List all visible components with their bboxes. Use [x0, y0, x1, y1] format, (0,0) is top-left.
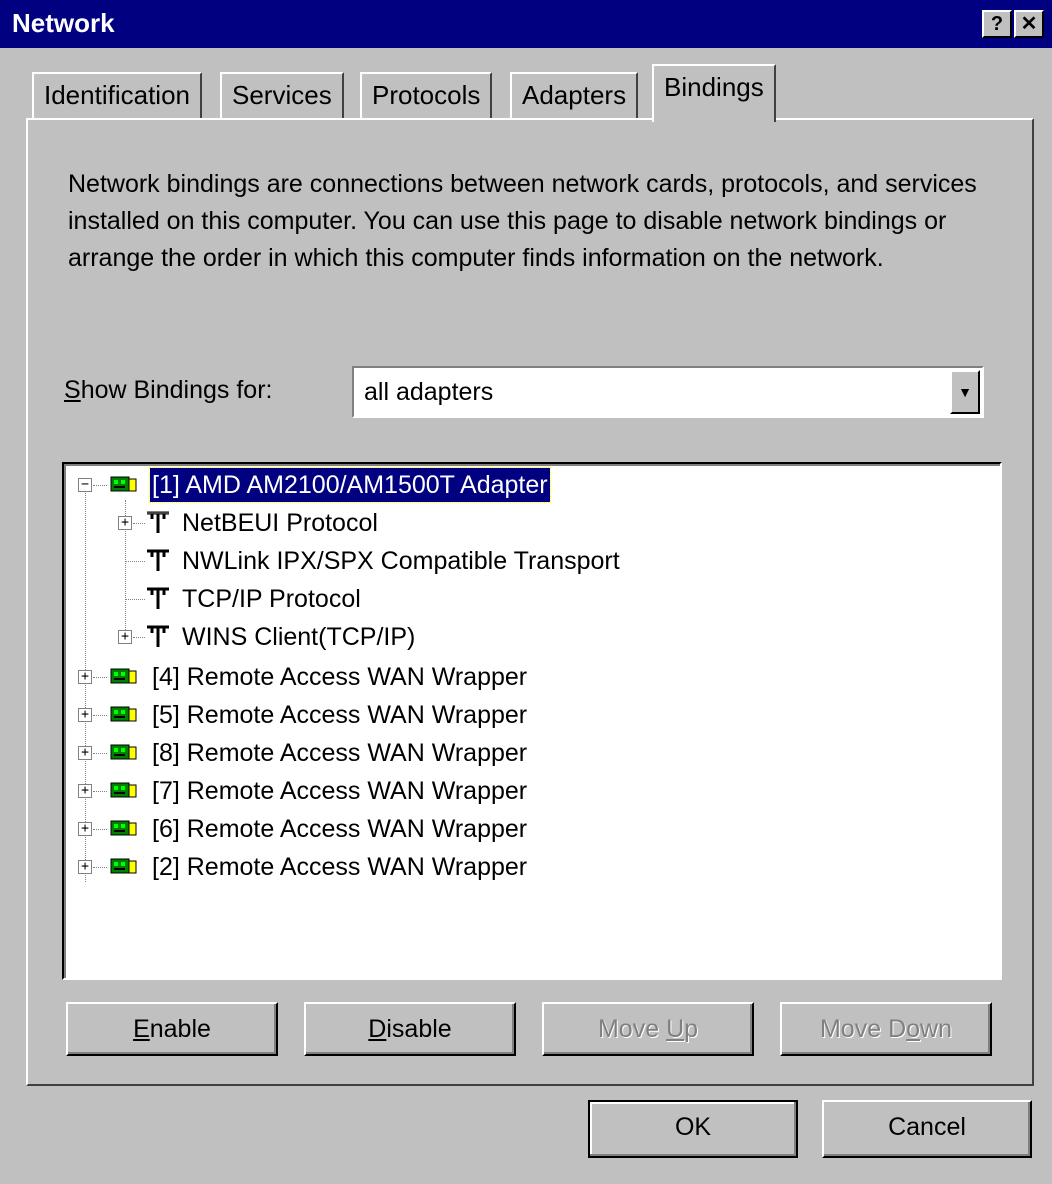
help-button[interactable]: ?: [982, 10, 1012, 38]
move-up-button[interactable]: Move Up: [542, 1002, 754, 1056]
network-dialog: Network ? ✕ Identification Services Prot…: [0, 0, 1052, 1184]
move-up-accel: U: [666, 1015, 685, 1043]
tab-bindings[interactable]: Bindings: [652, 64, 776, 122]
move-up-label: Move: [597, 1015, 667, 1043]
tab-adapters[interactable]: Adapters: [510, 72, 639, 118]
disable-button[interactable]: Disable: [304, 1002, 516, 1056]
expand-icon[interactable]: +: [118, 516, 132, 530]
tab-services[interactable]: Services: [220, 72, 344, 118]
tree-item-wins[interactable]: + WINS Client(TCP/IP): [64, 620, 994, 654]
tree-item-label: [7] Remote Access WAN Wrapper: [152, 777, 528, 805]
tree-item-tcpip[interactable]: TCP/IP Protocol: [64, 582, 994, 616]
protocol-icon: [147, 511, 169, 533]
move-down-button[interactable]: Move Down: [780, 1002, 992, 1056]
enable-accel: E: [133, 1015, 150, 1043]
network-adapter-icon: [110, 668, 137, 684]
network-adapter-icon: [110, 858, 137, 874]
tree-item-label: [8] Remote Access WAN Wrapper: [152, 739, 528, 767]
dropdown-arrow-icon[interactable]: ▼: [950, 370, 980, 414]
tree-connector: [93, 753, 107, 754]
move-up-label-end: p: [684, 1015, 699, 1043]
expand-icon[interactable]: +: [78, 860, 92, 874]
protocol-icon: [147, 587, 169, 609]
tree-item-label: [4] Remote Access WAN Wrapper: [152, 663, 528, 691]
network-adapter-icon: [110, 782, 137, 798]
tab-protocols[interactable]: Protocols: [360, 72, 493, 118]
move-down-label-end: wn: [920, 1015, 952, 1043]
show-bindings-value: all adapters: [364, 378, 494, 406]
tree-connector: [93, 867, 107, 868]
tree-item-adapter-7[interactable]: + [7] Remote Access WAN Wrapper: [64, 774, 994, 808]
protocol-icon: [147, 549, 169, 571]
show-bindings-accel: S: [64, 376, 81, 404]
tree-connector: [93, 791, 107, 792]
bindings-description: Network bindings are connections between…: [68, 170, 977, 272]
tree-item-root-adapter[interactable]: − [1] AMD AM2100/AM1500T Adapter: [64, 467, 994, 503]
tree-connector: [93, 829, 107, 830]
title-bar[interactable]: Network ? ✕: [0, 0, 1052, 48]
enable-label: nable: [149, 1015, 211, 1043]
tree-item-label: [1] AMD AM2100/AM1500T Adapter: [149, 467, 551, 503]
close-button[interactable]: ✕: [1014, 10, 1044, 38]
tree-item-adapter-4[interactable]: + [4] Remote Access WAN Wrapper: [64, 660, 994, 694]
tree-connector: [125, 599, 145, 600]
tree-connector: [125, 561, 145, 562]
tab-identification[interactable]: Identification: [32, 72, 202, 118]
tree-item-nwlink[interactable]: NWLink IPX/SPX Compatible Transport: [64, 544, 994, 578]
tree-item-label: NetBEUI Protocol: [182, 509, 378, 537]
expand-icon[interactable]: +: [78, 784, 92, 798]
move-down-accel: o: [906, 1015, 921, 1043]
expand-icon[interactable]: +: [78, 746, 92, 760]
tree-connector: [93, 485, 107, 486]
network-adapter-icon: [110, 744, 137, 760]
tree-connector: [93, 715, 107, 716]
show-bindings-label: Show Bindings for:: [64, 376, 272, 405]
tree-item-label: [5] Remote Access WAN Wrapper: [152, 701, 528, 729]
expand-icon[interactable]: +: [78, 708, 92, 722]
network-adapter-icon: [110, 706, 137, 722]
tree-item-adapter-6[interactable]: + [6] Remote Access WAN Wrapper: [64, 812, 994, 846]
tree-item-label: [2] Remote Access WAN Wrapper: [152, 853, 528, 881]
cancel-button[interactable]: Cancel: [822, 1100, 1032, 1158]
show-bindings-label-rest: how Bindings for:: [80, 376, 273, 404]
expand-icon[interactable]: +: [78, 670, 92, 684]
expand-icon[interactable]: +: [78, 822, 92, 836]
collapse-icon[interactable]: −: [78, 478, 92, 492]
ok-button[interactable]: OK: [588, 1100, 798, 1158]
network-adapter-icon: [110, 820, 137, 836]
show-bindings-select[interactable]: all adapters ▼: [352, 366, 984, 418]
tree-connector: [93, 677, 107, 678]
move-down-label: Move D: [819, 1015, 907, 1043]
tree-item-label: NWLink IPX/SPX Compatible Transport: [182, 547, 620, 575]
tree-item-adapter-5[interactable]: + [5] Remote Access WAN Wrapper: [64, 698, 994, 732]
enable-button[interactable]: Enable: [66, 1002, 278, 1056]
tree-item-label: [6] Remote Access WAN Wrapper: [152, 815, 528, 843]
tree-item-adapter-2[interactable]: + [2] Remote Access WAN Wrapper: [64, 850, 994, 884]
tree-item-netbeui[interactable]: + NetBEUI Protocol: [64, 506, 994, 540]
tree-item-adapter-8[interactable]: + [8] Remote Access WAN Wrapper: [64, 736, 994, 770]
protocol-icon: [147, 625, 169, 647]
disable-label: isable: [386, 1015, 452, 1043]
tree-item-label: TCP/IP Protocol: [182, 585, 361, 613]
network-adapter-icon: [110, 476, 137, 492]
disable-accel: D: [368, 1015, 387, 1043]
window-title: Network: [12, 8, 115, 38]
expand-icon[interactable]: +: [118, 630, 132, 644]
tree-item-label: WINS Client(TCP/IP): [182, 623, 416, 651]
bindings-tree[interactable]: − [1] AMD AM2100/AM1500T Adapter + NetBE…: [62, 462, 1002, 980]
